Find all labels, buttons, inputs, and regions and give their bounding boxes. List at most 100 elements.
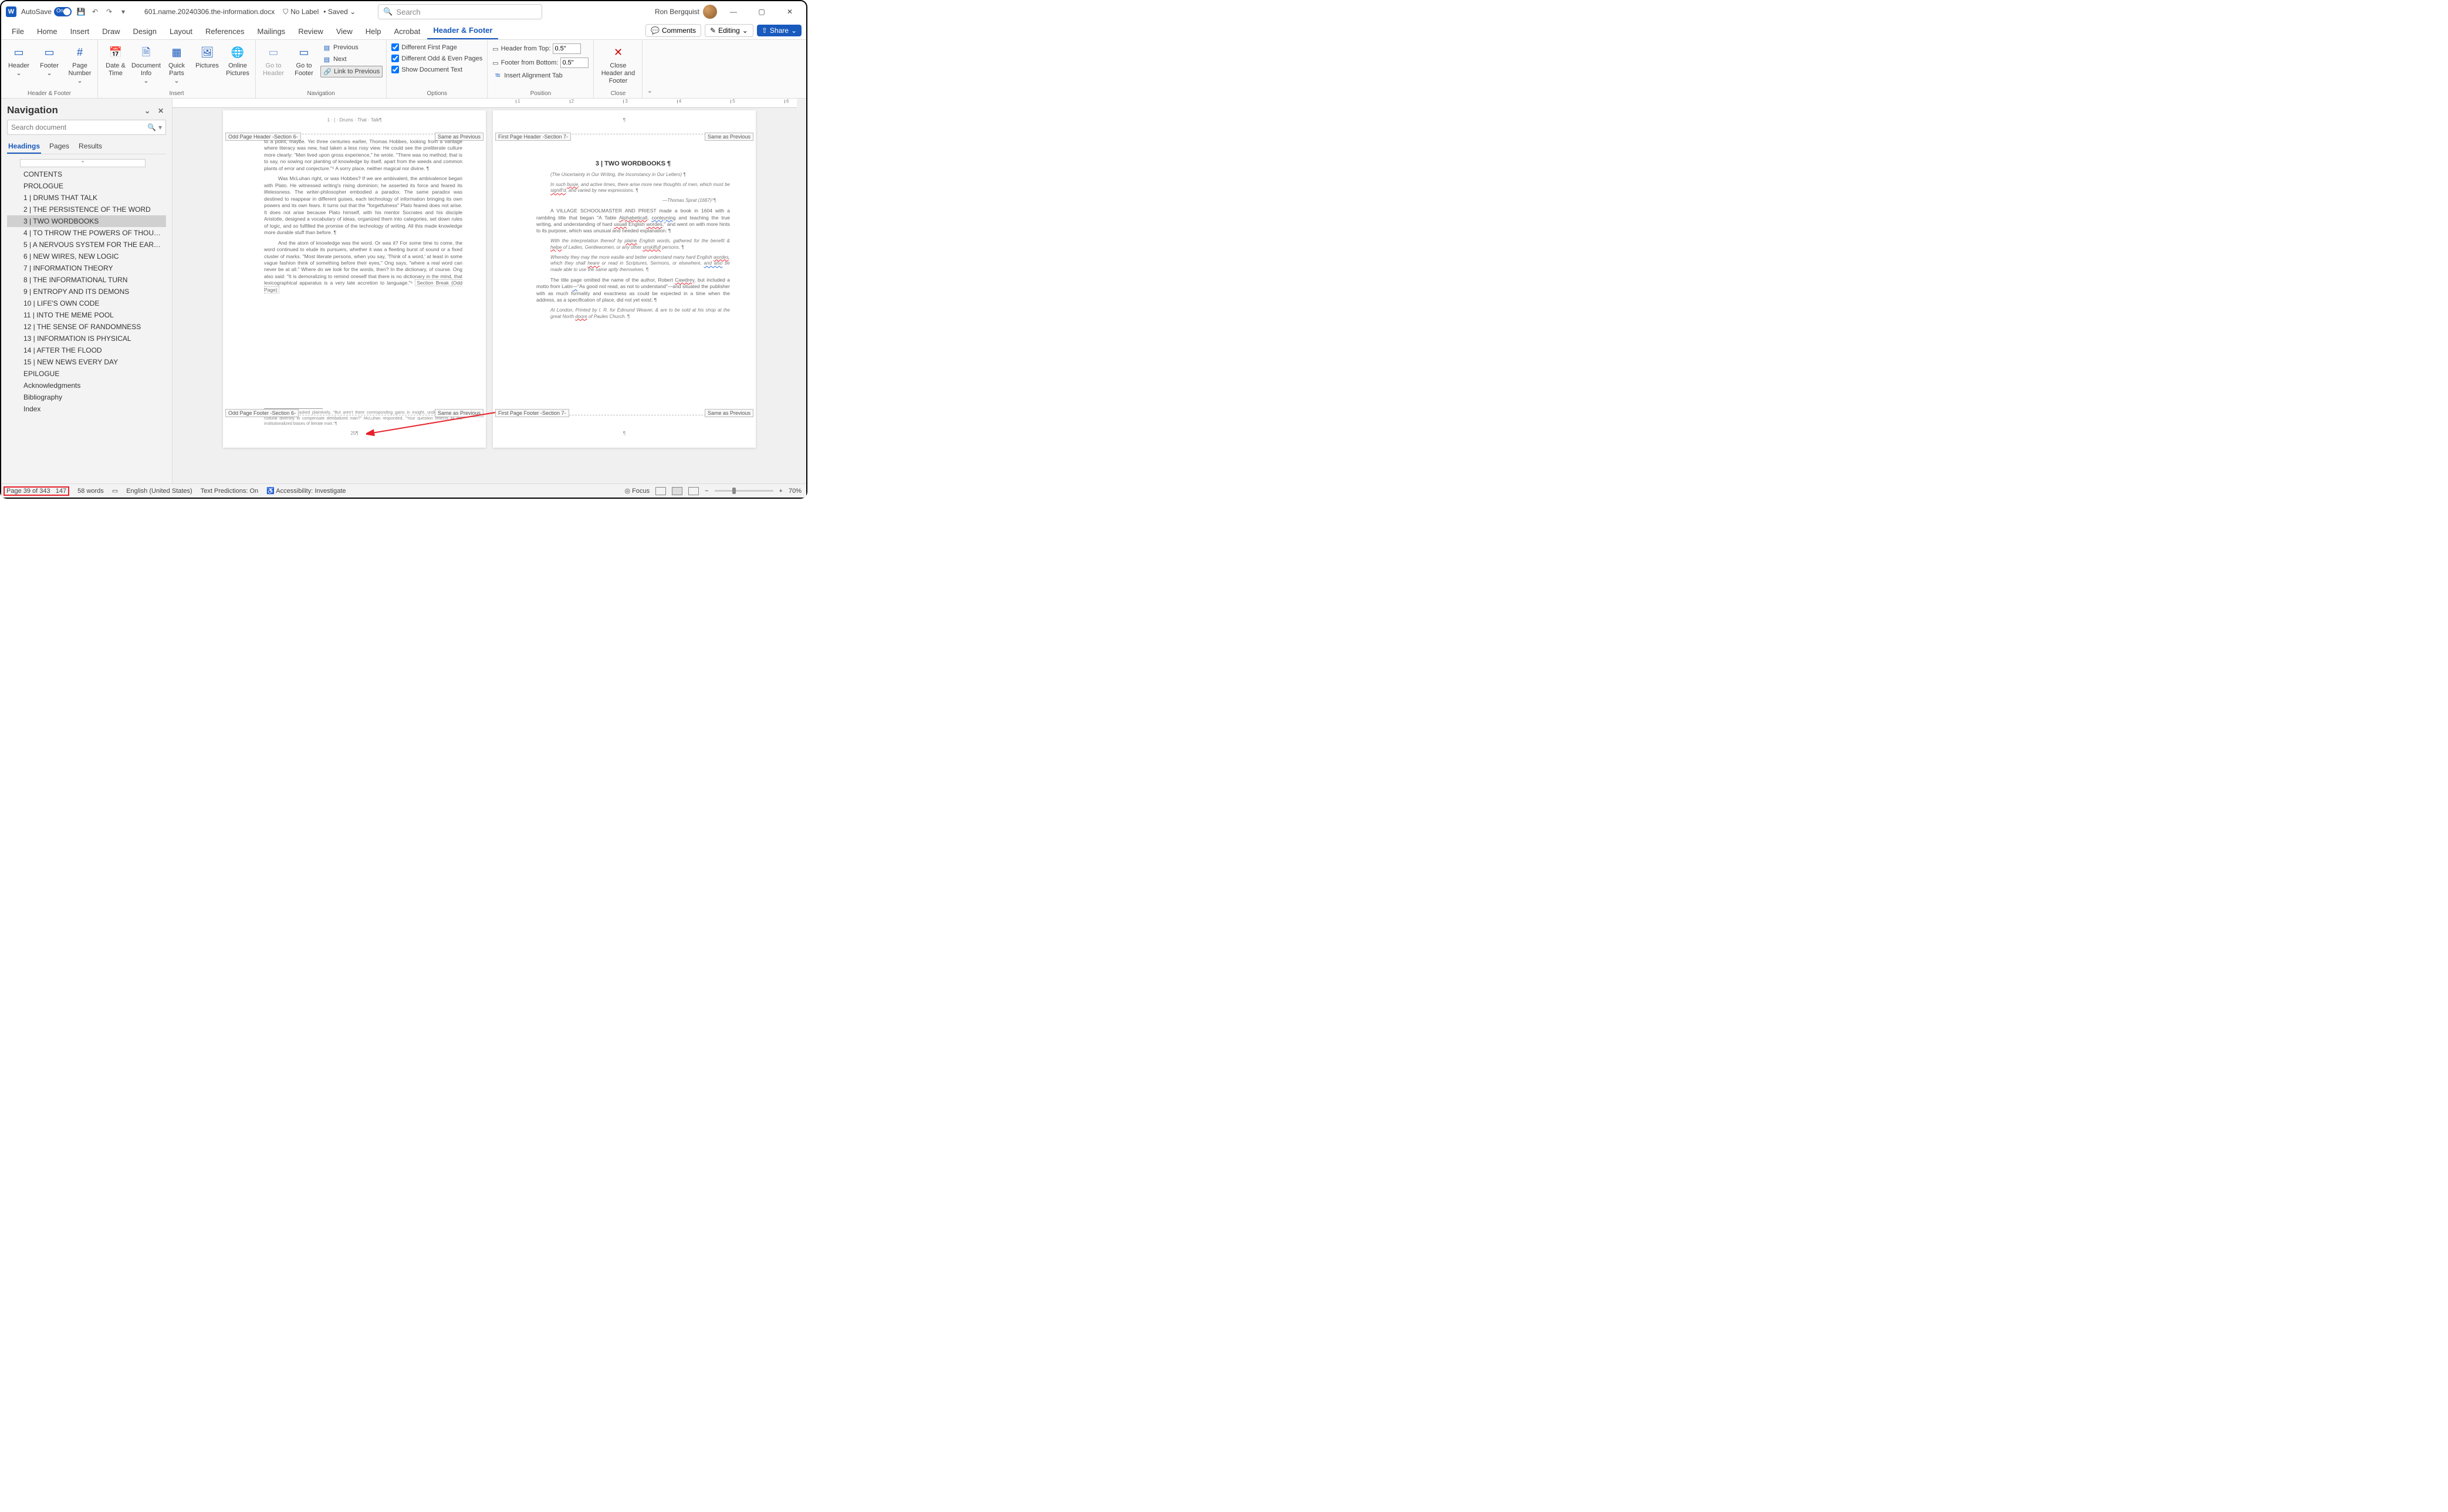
nav-heading-item[interactable]: 4 | TO THROW THE POWERS OF THOUGHT INTO.… (7, 227, 166, 239)
user-account[interactable]: Ron Bergquist (655, 5, 717, 19)
page-indicator[interactable]: Page 39 of 343 147,58 words147 (4, 486, 69, 496)
dropdown-icon[interactable]: ▾ (158, 123, 162, 131)
nav-heading-item[interactable]: 13 | INFORMATION IS PHYSICAL (7, 333, 166, 344)
comments-button[interactable]: 💬Comments (645, 24, 701, 37)
nav-heading-item[interactable]: 11 | INTO THE MEME POOL (7, 309, 166, 321)
nav-heading-item[interactable]: 14 | AFTER THE FLOOD (7, 344, 166, 356)
spell-check-icon[interactable]: ▭ (112, 487, 118, 495)
insert-alignment-tab-button[interactable]: ⭾Insert Alignment Tab (491, 70, 590, 81)
nav-heading-item[interactable]: EPILOGUE (7, 368, 166, 380)
nav-heading-item[interactable]: 12 | THE SENSE OF RANDOMNESS (7, 321, 166, 333)
nav-heading-item[interactable]: Index (7, 403, 166, 415)
show-document-text-checkbox[interactable]: Show Document Text (390, 65, 483, 75)
read-mode-icon[interactable] (655, 487, 666, 495)
nav-jump-button[interactable]: ⌃ (20, 159, 146, 167)
nav-search-box[interactable]: 🔍▾ (7, 120, 166, 135)
nav-heading-item[interactable]: 10 | LIFE'S OWN CODE (7, 297, 166, 309)
saved-status[interactable]: • Saved ⌄ (323, 8, 356, 16)
goto-footer-icon: ▭ (296, 45, 312, 61)
language-indicator[interactable]: English (United States) (126, 488, 192, 495)
focus-button[interactable]: ◎ Focus (624, 487, 650, 495)
tab-draw[interactable]: Draw (96, 23, 126, 39)
tab-layout[interactable]: Layout (164, 23, 198, 39)
nav-collapse-icon[interactable]: ⌄ (142, 106, 153, 116)
nav-heading-item[interactable]: 5 | A NERVOUS SYSTEM FOR THE EARTH (7, 239, 166, 251)
sensitivity-label[interactable]: ⛉ No Label (283, 8, 319, 16)
nav-tab-pages[interactable]: Pages (48, 140, 70, 154)
qat-customize-icon[interactable]: ▾ (119, 7, 128, 16)
zoom-out-button[interactable]: − (705, 488, 708, 495)
redo-icon[interactable]: ↷ (104, 7, 114, 16)
nav-heading-item[interactable]: Bibliography (7, 391, 166, 403)
nav-heading-item[interactable]: 3 | TWO WORDBOOKS (7, 215, 166, 227)
online-pictures-button[interactable]: 🌐Online Pictures (224, 42, 252, 80)
autosave-toggle[interactable]: On (54, 7, 72, 16)
page-number-button[interactable]: #Page Number ⌄ (66, 42, 94, 88)
tab-review[interactable]: Review (292, 23, 329, 39)
web-layout-icon[interactable] (688, 487, 699, 495)
previous-button[interactable]: ▤Previous (320, 42, 383, 53)
goto-header-button[interactable]: ▭Go to Header (259, 42, 288, 80)
zoom-slider[interactable] (715, 490, 773, 492)
page-left[interactable]: 1 · | · Drums · That · Talk¶ Odd Page He… (223, 110, 486, 448)
maximize-button[interactable]: ▢ (750, 4, 773, 20)
tab-file[interactable]: File (6, 23, 30, 39)
share-button[interactable]: ⇧Share ⌄ (757, 25, 802, 36)
nav-search-input[interactable] (11, 123, 145, 131)
different-first-page-checkbox[interactable]: Different First Page (390, 42, 483, 52)
footer-from-bottom-input[interactable] (560, 57, 589, 68)
goto-footer-button[interactable]: ▭Go to Footer (290, 42, 318, 80)
nav-heading-item[interactable]: 7 | INFORMATION THEORY (7, 262, 166, 274)
nav-close-icon[interactable]: ✕ (155, 106, 166, 116)
zoom-in-button[interactable]: + (779, 488, 783, 495)
print-layout-icon[interactable] (672, 487, 682, 495)
page-body-right: 3 | TWO WORDBOOKS ¶ (The Uncertainty in … (536, 138, 730, 323)
previous-icon: ▤ (323, 43, 331, 52)
tab-help[interactable]: Help (360, 23, 387, 39)
footer-button[interactable]: ▭Footer ⌄ (35, 42, 63, 80)
nav-heading-item[interactable]: 1 | DRUMS THAT TALK (7, 192, 166, 204)
nav-tab-results[interactable]: Results (77, 140, 103, 154)
quick-parts-button[interactable]: ▦Quick Parts ⌄ (163, 42, 191, 88)
nav-heading-item[interactable]: 15 | NEW NEWS EVERY DAY (7, 356, 166, 368)
tab-insert[interactable]: Insert (65, 23, 96, 39)
nav-heading-item[interactable]: 9 | ENTROPY AND ITS DEMONS (7, 286, 166, 297)
editing-button[interactable]: ✎Editing ⌄ (705, 24, 753, 37)
nav-heading-item[interactable]: CONTENTS (7, 168, 166, 180)
pictures-button[interactable]: 🖼Pictures (193, 42, 221, 72)
date-time-button[interactable]: 📅Date & Time (102, 42, 130, 80)
tab-acrobat[interactable]: Acrobat (388, 23, 427, 39)
tab-mailings[interactable]: Mailings (252, 23, 292, 39)
zoom-level[interactable]: 70% (789, 488, 802, 495)
nav-heading-item[interactable]: 6 | NEW WIRES, NEW LOGIC (7, 251, 166, 262)
text-predictions-indicator[interactable]: Text Predictions: On (201, 488, 258, 495)
document-info-button[interactable]: 🗎Document Info ⌄ (132, 42, 160, 88)
header-button[interactable]: ▭Header ⌄ (5, 42, 33, 80)
header-from-top-input[interactable] (553, 43, 581, 54)
search-box[interactable]: 🔍 Search (378, 4, 542, 19)
nav-heading-item[interactable]: Acknowledgments (7, 380, 166, 391)
nav-tab-headings[interactable]: Headings (7, 140, 41, 154)
close-header-footer-button[interactable]: ✕Close Header and Footer (597, 42, 638, 88)
page-number-right: ¶ (493, 431, 756, 436)
nav-heading-item[interactable]: 2 | THE PERSISTENCE OF THE WORD (7, 204, 166, 215)
page-right[interactable]: ¶ First Page Header -Section 7- Same as … (493, 110, 756, 448)
tab-home[interactable]: Home (31, 23, 63, 39)
tab-references[interactable]: References (200, 23, 250, 39)
accessibility-indicator[interactable]: ♿ Accessibility: Investigate (266, 487, 346, 495)
close-button[interactable]: ✕ (778, 4, 802, 20)
next-button[interactable]: ▤Next (320, 54, 383, 65)
tab-design[interactable]: Design (127, 23, 163, 39)
minimize-button[interactable]: — (722, 4, 745, 20)
horizontal-ruler[interactable]: 123 456 (173, 99, 797, 108)
undo-icon[interactable]: ↶ (90, 7, 100, 16)
different-odd-even-checkbox[interactable]: Different Odd & Even Pages (390, 53, 483, 63)
nav-heading-item[interactable]: PROLOGUE (7, 180, 166, 192)
tab-view[interactable]: View (330, 23, 359, 39)
ribbon-collapse-button[interactable]: ⌄ (643, 40, 657, 98)
tab-header-footer[interactable]: Header & Footer (427, 22, 498, 39)
save-icon[interactable]: 💾 (76, 7, 86, 16)
link-to-previous-button[interactable]: 🔗Link to Previous (320, 66, 383, 77)
nav-heading-item[interactable]: 8 | THE INFORMATIONAL TURN (7, 274, 166, 286)
word-count[interactable]: 58 words (77, 488, 104, 495)
